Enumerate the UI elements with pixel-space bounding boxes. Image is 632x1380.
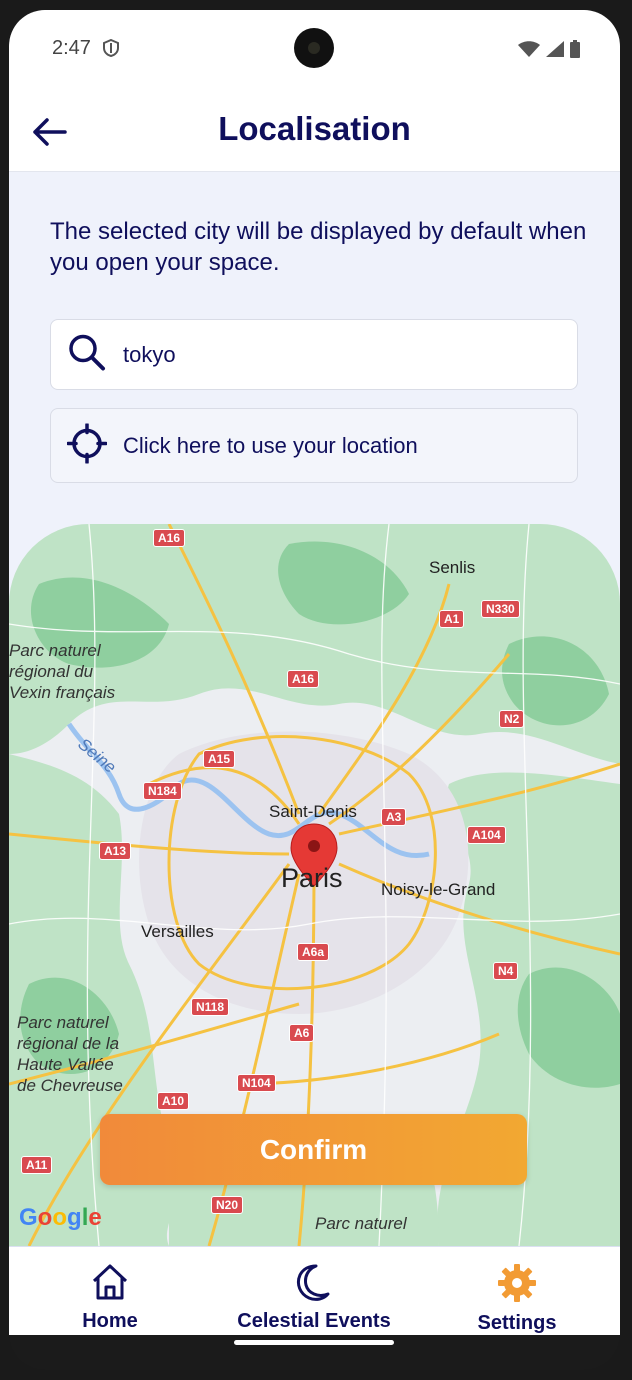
road-badge: A16 xyxy=(287,670,320,688)
nav-home[interactable]: Home xyxy=(69,1247,151,1335)
road-badge: A16 xyxy=(153,529,186,547)
main-content: The selected city will be displayed by d… xyxy=(9,172,620,1246)
road-badge: A3 xyxy=(381,808,407,826)
map-label-versailles: Versailles xyxy=(141,922,214,941)
road-badge: A15 xyxy=(203,750,236,768)
google-logo: Google xyxy=(19,1204,102,1231)
road-badge: A10 xyxy=(157,1092,190,1110)
use-location-button[interactable]: Click here to use your location xyxy=(50,408,578,483)
map-label-saint-denis: Saint-Denis xyxy=(269,802,357,821)
system-icons xyxy=(518,40,580,63)
moon-icon xyxy=(294,1263,334,1306)
shield-icon xyxy=(103,38,119,62)
page-title: Localisation xyxy=(218,110,411,147)
road-badge: A13 xyxy=(99,842,132,860)
confirm-button[interactable]: Confirm xyxy=(100,1114,527,1185)
nav-events-label: Celestial Events xyxy=(237,1310,391,1332)
search-icon xyxy=(67,332,107,377)
road-badge: A6a xyxy=(297,943,330,961)
use-location-label: Click here to use your location xyxy=(123,432,418,458)
map-label-senlis: Senlis xyxy=(429,558,476,577)
wifi-icon xyxy=(518,41,540,62)
nav-celestial-events[interactable]: Celestial Events xyxy=(229,1247,399,1335)
crosshair-icon xyxy=(66,422,108,468)
map-label-parc-vexin: Parc naturel régional du Vexin français xyxy=(9,641,116,702)
battery-icon xyxy=(570,40,580,63)
map-label-parc-bottom: Parc naturel xyxy=(315,1214,407,1233)
road-badge: N118 xyxy=(191,998,230,1016)
bottom-nav: Home Celestial Events Settings xyxy=(9,1246,620,1335)
map-label-parc-chevreuse: Parc naturel régional de la Haute Vallée… xyxy=(17,1013,123,1095)
description-text: The selected city will be displayed by d… xyxy=(50,218,587,276)
road-badge: A11 xyxy=(21,1156,53,1174)
search-input[interactable]: tokyo xyxy=(123,342,176,368)
status-bar: 2:47 xyxy=(9,10,620,90)
road-badge: A104 xyxy=(467,826,506,844)
status-time: 2:47 xyxy=(52,37,91,59)
map-view[interactable]: Senlis Saint-Denis Noisy-le-Grand Versai… xyxy=(9,524,620,1246)
map-label-noisy: Noisy-le-Grand xyxy=(381,880,496,899)
road-badge: N2 xyxy=(499,710,525,728)
map-marker-label: Paris xyxy=(281,863,343,893)
app-header: Localisation xyxy=(9,90,620,172)
road-badge: N184 xyxy=(143,782,182,800)
road-badge: N330 xyxy=(481,600,520,618)
nav-settings-label: Settings xyxy=(477,1312,557,1334)
home-icon xyxy=(90,1263,130,1306)
nav-home-label: Home xyxy=(82,1310,138,1332)
road-badge: N104 xyxy=(237,1074,276,1092)
road-badge: N20 xyxy=(211,1196,244,1214)
gesture-bar[interactable] xyxy=(234,1340,394,1345)
road-badge: A6 xyxy=(289,1024,315,1042)
road-badge: N4 xyxy=(493,962,519,980)
gear-icon xyxy=(497,1263,537,1308)
search-field[interactable]: tokyo xyxy=(50,319,578,390)
signal-icon xyxy=(546,41,564,62)
phone-frame: 2:47 Localisation The selected city will… xyxy=(9,10,620,1370)
nav-settings[interactable]: Settings xyxy=(471,1247,563,1335)
road-badge: A1 xyxy=(439,610,465,628)
front-camera xyxy=(294,28,334,68)
app-screen: 2:47 Localisation The selected city will… xyxy=(9,10,620,1335)
